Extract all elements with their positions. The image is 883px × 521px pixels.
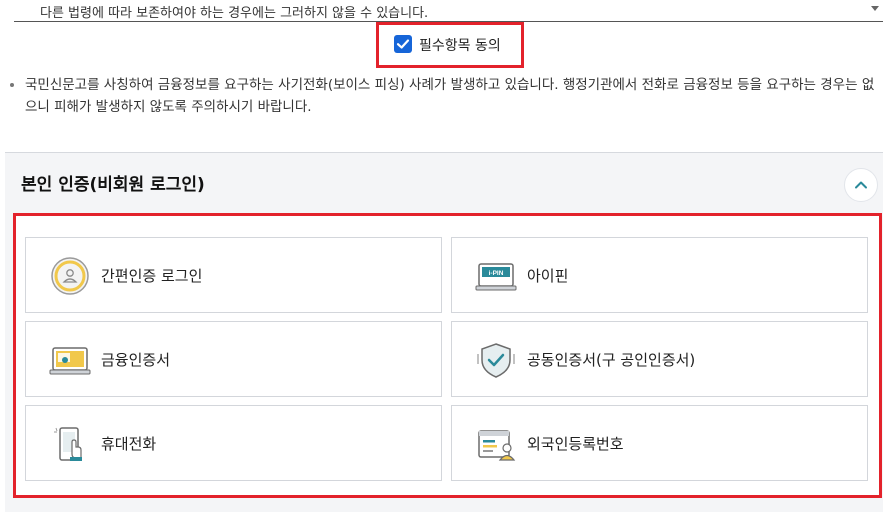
bullet-icon xyxy=(10,83,14,87)
simple-auth-icon xyxy=(51,257,89,295)
joint-certificate-icon xyxy=(477,343,515,378)
method-label: 금융인증서 xyxy=(101,351,171,369)
financial-certificate-icon xyxy=(49,347,91,375)
scroll-down-arrow-icon[interactable] xyxy=(871,6,879,11)
ipin-icon: i-PIN xyxy=(475,263,517,291)
method-label: 휴대전화 xyxy=(101,435,157,453)
section-title: 본인 인증(비회원 로그인) xyxy=(21,175,205,195)
svg-text:i-PIN: i-PIN xyxy=(489,270,504,277)
method-joint-certificate[interactable]: 공동인증서(구 공인인증서) xyxy=(451,321,868,397)
required-agreement-highlight: 필수항목 동의 xyxy=(376,22,524,68)
collapse-button[interactable] xyxy=(844,168,878,202)
verification-methods-highlight: 간편인증 로그인 i-PIN 아이핀 금융인증서 공동인증서(구 공인인증서) xyxy=(13,213,882,498)
terms-textbox[interactable]: 다른 법령에 따라 보존하여야 하는 경우에는 그러하지 않을 수 있습니다. xyxy=(14,0,883,22)
method-label: 외국인등록번호 xyxy=(527,435,624,453)
method-ipin[interactable]: i-PIN 아이핀 xyxy=(451,237,868,313)
chevron-up-icon xyxy=(855,181,867,189)
terms-text: 다른 법령에 따라 보존하여야 하는 경우에는 그러하지 않을 수 있습니다. xyxy=(40,6,429,21)
required-agreement-label[interactable]: 필수항목 동의 xyxy=(419,35,501,55)
foreigner-registration-icon xyxy=(478,430,516,461)
phishing-notice-text: 국민신문고를 사칭하여 금융정보를 요구하는 사기전화(보이스 피싱) 사례가 … xyxy=(25,77,875,115)
method-foreigner-registration[interactable]: 외국인등록번호 xyxy=(451,405,868,481)
method-label: 공동인증서(구 공인인증서) xyxy=(527,351,696,369)
method-mobile-phone[interactable]: 휴대전화 xyxy=(25,405,442,481)
required-agreement-checkbox[interactable] xyxy=(394,35,412,53)
method-label: 간편인증 로그인 xyxy=(101,267,203,285)
checkmark-icon xyxy=(396,39,410,49)
method-simple-auth-login[interactable]: 간편인증 로그인 xyxy=(25,237,442,313)
mobile-phone-icon xyxy=(54,427,82,461)
method-label: 아이핀 xyxy=(527,267,569,285)
phishing-notice: 국민신문고를 사칭하여 금융정보를 요구하는 사기전화(보이스 피싱) 사례가 … xyxy=(8,74,880,118)
method-financial-certificate[interactable]: 금융인증서 xyxy=(25,321,442,397)
